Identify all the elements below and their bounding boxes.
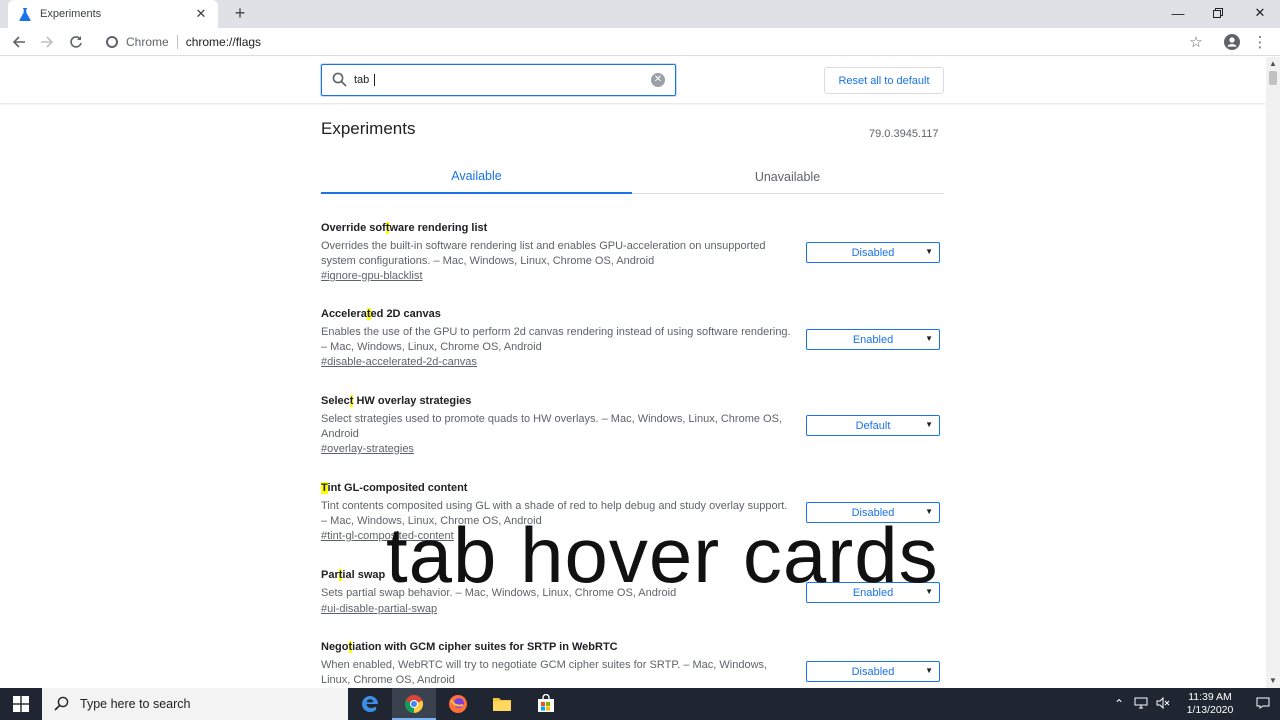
scroll-up-arrow-icon[interactable]: ▲ (1266, 59, 1280, 69)
taskbar-search-placeholder: Type here to search (80, 697, 191, 711)
browser-toolbar: Chrome chrome://flags ☆ ⋮ (0, 28, 1280, 56)
flags-header: tab ✕ Reset all to default (0, 57, 1266, 103)
firefox-app-icon[interactable] (436, 688, 480, 720)
dropdown-arrow-icon: ▼ (925, 247, 933, 256)
experiment-anchor-link[interactable]: #ui-disable-partial-swap (321, 603, 944, 615)
experiment-name: Select HW overlay strategies (321, 395, 472, 407)
site-chip[interactable]: Chrome (98, 35, 178, 49)
address-bar[interactable]: Chrome chrome://flags (98, 30, 1198, 54)
page-scrollbar[interactable]: ▲ ▼ (1266, 57, 1280, 688)
experiment-description: Enables the use of the GPU to perform 2d… (321, 326, 791, 353)
profile-avatar-icon[interactable] (1222, 32, 1242, 52)
menu-kebab-icon[interactable]: ⋮ (1250, 32, 1270, 52)
search-icon (54, 696, 70, 712)
forward-arrow-icon[interactable] (37, 32, 57, 52)
experiment-item: Accelerated 2D canvas Enables the use of… (321, 308, 944, 368)
file-explorer-icon[interactable] (480, 688, 524, 720)
experiment-description: Select strategies used to promote quads … (321, 413, 782, 440)
experiment-anchor-link[interactable]: #disable-accelerated-2d-canvas (321, 356, 944, 368)
window-close-icon[interactable]: ✕ (1240, 0, 1280, 26)
taskbar-clock[interactable]: 11:39 AM 1/13/2020 (1180, 691, 1240, 717)
restore-icon[interactable] (1198, 0, 1238, 26)
experiment-item: Select HW overlay strategies Select stra… (321, 395, 944, 455)
experiment-description: Overrides the built-in software renderin… (321, 240, 766, 267)
experiment-name: Override software rendering list (321, 222, 488, 234)
reload-icon[interactable] (66, 32, 86, 52)
search-icon (332, 72, 348, 88)
dropdown-arrow-icon: ▼ (925, 420, 933, 429)
back-arrow-icon[interactable] (9, 32, 29, 52)
edge-app-icon[interactable] (348, 688, 392, 720)
taskbar-search-box[interactable]: Type here to search (42, 688, 348, 720)
chrome-app-icon[interactable] (392, 688, 436, 720)
dropdown-arrow-icon: ▼ (925, 666, 933, 675)
experiment-state-select[interactable]: Default ▼ (806, 415, 940, 436)
volume-muted-icon[interactable] (1152, 696, 1174, 712)
notifications-icon[interactable] (1246, 697, 1280, 712)
store-app-icon[interactable] (524, 688, 568, 720)
experiment-name: Negotiation with GCM cipher suites for S… (321, 641, 618, 653)
experiment-state-select[interactable]: Disabled ▼ (806, 242, 940, 263)
chevron-up-icon[interactable]: ⌃ (1108, 697, 1130, 711)
search-text: tab (354, 74, 651, 87)
tab-unavailable[interactable]: Unavailable (632, 160, 943, 194)
browser-tab-title: Experiments (40, 8, 102, 20)
scroll-thumb[interactable] (1269, 71, 1277, 85)
flags-tabs: Available Unavailable (321, 160, 944, 194)
reset-all-button[interactable]: Reset all to default (824, 67, 944, 94)
minimize-icon[interactable]: — (1158, 0, 1198, 26)
url-text: chrome://flags (185, 35, 262, 49)
version-label: 79.0.3945.117 (869, 128, 939, 140)
chrome-icon (106, 36, 118, 48)
video-caption-overlay: tab hover cards (386, 511, 939, 599)
dropdown-arrow-icon: ▼ (925, 334, 933, 343)
flask-icon (18, 7, 32, 21)
flags-search-input[interactable]: tab ✕ (321, 64, 676, 96)
scroll-down-arrow-icon[interactable]: ▼ (1266, 676, 1280, 686)
page-title: Experiments (321, 119, 416, 138)
tab-available[interactable]: Available (321, 160, 632, 194)
experiment-state-select[interactable]: Disabled ▼ (806, 661, 940, 682)
experiment-description: When enabled, WebRTC will try to negotia… (321, 659, 768, 686)
browser-tab-strip: Experiments ✕ + — ✕ (0, 0, 1280, 28)
close-tab-icon[interactable]: ✕ (194, 6, 208, 22)
site-chip-label: Chrome (126, 35, 169, 49)
experiment-anchor-link[interactable]: #overlay-strategies (321, 443, 944, 455)
experiment-name: Accelerated 2D canvas (321, 308, 441, 320)
experiment-item: Negotiation with GCM cipher suites for S… (321, 641, 944, 687)
experiment-item: Override software rendering list Overrid… (321, 222, 944, 282)
clock-date: 1/13/2020 (1186, 704, 1234, 716)
clock-time: 11:39 AM (1188, 691, 1232, 703)
clear-search-icon[interactable]: ✕ (651, 73, 665, 87)
experiment-state-select[interactable]: Enabled ▼ (806, 329, 940, 350)
bookmark-star-icon[interactable]: ☆ (1186, 32, 1206, 52)
system-tray: ⌃ 11:39 AM 1/13/2020 (1108, 688, 1280, 720)
windows-start-icon[interactable] (0, 688, 42, 720)
network-icon[interactable] (1130, 697, 1152, 712)
new-tab-button[interactable]: + (230, 3, 250, 23)
experiment-anchor-link[interactable]: #ignore-gpu-blacklist (321, 270, 944, 282)
experiment-name: Tint GL-composited content (321, 482, 468, 494)
browser-tab[interactable]: Experiments ✕ (8, 0, 218, 28)
windows-taskbar: Type here to search ⌃ 11:39 AM 1/13/2020 (0, 688, 1280, 720)
